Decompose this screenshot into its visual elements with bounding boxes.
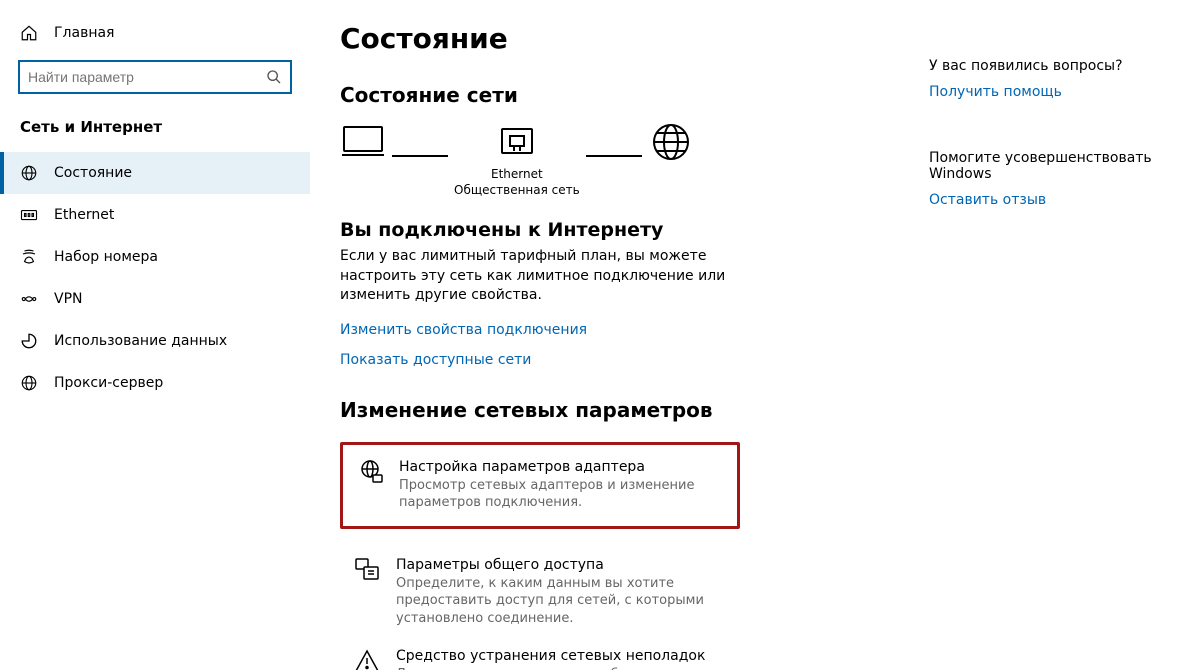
connected-heading: Вы подключены к Интернету [340, 219, 899, 241]
page-title: Состояние [340, 22, 899, 55]
sidebar-item-label: Прокси-сервер [54, 375, 163, 391]
option-text: Параметры общего доступа Определите, к к… [396, 557, 726, 628]
section-state-heading: Состояние сети [340, 83, 899, 107]
sidebar-category-title: Сеть и Интернет [0, 118, 310, 152]
main-content: Состояние Состояние сети Ethernet Общест… [310, 0, 929, 670]
vpn-icon [20, 290, 38, 308]
option-sharing[interactable]: Параметры общего доступа Определите, к к… [340, 547, 740, 638]
right-column: У вас появились вопросы? Получить помощь… [929, 0, 1199, 670]
datausage-icon [20, 332, 38, 350]
sidebar-item-vpn[interactable]: VPN [0, 278, 310, 320]
sharing-icon [354, 557, 380, 583]
ethernet-port-icon [494, 123, 540, 161]
sidebar-item-label: Состояние [54, 165, 132, 181]
option-desc: Просмотр сетевых адаптеров и изменение п… [399, 477, 723, 512]
globe-icon [20, 164, 38, 182]
section-change-heading: Изменение сетевых параметров [340, 398, 899, 422]
option-text: Настройка параметров адаптера Просмотр с… [399, 459, 723, 512]
link-change-properties[interactable]: Изменить свойства подключения [340, 322, 899, 338]
help-question-title: У вас появились вопросы? [929, 58, 1179, 74]
dialup-icon [20, 248, 38, 266]
ethernet-icon [20, 206, 38, 224]
sidebar-item-label: VPN [54, 291, 83, 307]
diagram-computer [340, 123, 386, 197]
home-icon [20, 24, 38, 42]
diagram-spacer [361, 167, 365, 197]
option-troubleshoot[interactable]: Средство устранения сетевых неполадок Ди… [340, 638, 740, 670]
home-nav[interactable]: Главная [0, 18, 310, 60]
help-block: У вас появились вопросы? Получить помощь [929, 58, 1179, 100]
diagram-line [586, 155, 642, 157]
sidebar-item-dialup[interactable]: Набор номера [0, 236, 310, 278]
computer-icon [340, 123, 386, 161]
search-input-wrapper[interactable] [18, 60, 292, 94]
option-title: Настройка параметров адаптера [399, 459, 723, 475]
sidebar-item-label: Использование данных [54, 333, 227, 349]
diagram-ethernet-text: Ethernet [491, 167, 543, 181]
feedback-title: Помогите усовершенствовать Windows [929, 150, 1179, 182]
feedback-block: Помогите усовершенствовать Windows Остав… [929, 150, 1179, 208]
diagram-spacer [669, 167, 673, 197]
option-title: Параметры общего доступа [396, 557, 726, 573]
search-icon [266, 69, 282, 85]
sidebar-item-datausage[interactable]: Использование данных [0, 320, 310, 362]
sidebar-item-ethernet[interactable]: Ethernet [0, 194, 310, 236]
sidebar-item-proxy[interactable]: Прокси-сервер [0, 362, 310, 404]
diagram-ethernet: Ethernet Общественная сеть [454, 123, 580, 197]
sidebar-item-label: Ethernet [54, 207, 114, 223]
sidebar-item-label: Набор номера [54, 249, 158, 265]
link-show-networks[interactable]: Показать доступные сети [340, 352, 899, 368]
connected-body: Если у вас лимитный тарифный план, вы мо… [340, 247, 760, 306]
link-feedback[interactable]: Оставить отзыв [929, 192, 1179, 208]
network-diagram: Ethernet Общественная сеть [340, 123, 899, 197]
option-desc: Определите, к каким данным вы хотите пре… [396, 575, 726, 628]
diagram-line [392, 155, 448, 157]
option-text: Средство устранения сетевых неполадок Ди… [396, 648, 705, 670]
home-label: Главная [54, 25, 114, 41]
sidebar-item-status[interactable]: Состояние [0, 152, 310, 194]
diagram-ethernet-sub: Общественная сеть [454, 183, 580, 197]
option-title: Средство устранения сетевых неполадок [396, 648, 705, 664]
option-desc: Диагностика и устранение проблем с сетью… [396, 666, 705, 670]
option-adapter-settings[interactable]: Настройка параметров адаптера Просмотр с… [340, 442, 740, 529]
diagram-internet [648, 123, 694, 197]
warning-icon [354, 648, 380, 670]
globe-large-icon [648, 123, 694, 161]
diagram-ethernet-label: Ethernet Общественная сеть [454, 167, 580, 197]
link-get-help[interactable]: Получить помощь [929, 84, 1179, 100]
proxy-icon [20, 374, 38, 392]
sidebar: Главная Сеть и Интернет Состояние Ethern… [0, 0, 310, 670]
search-input[interactable] [28, 69, 266, 85]
adapter-icon [357, 459, 383, 485]
